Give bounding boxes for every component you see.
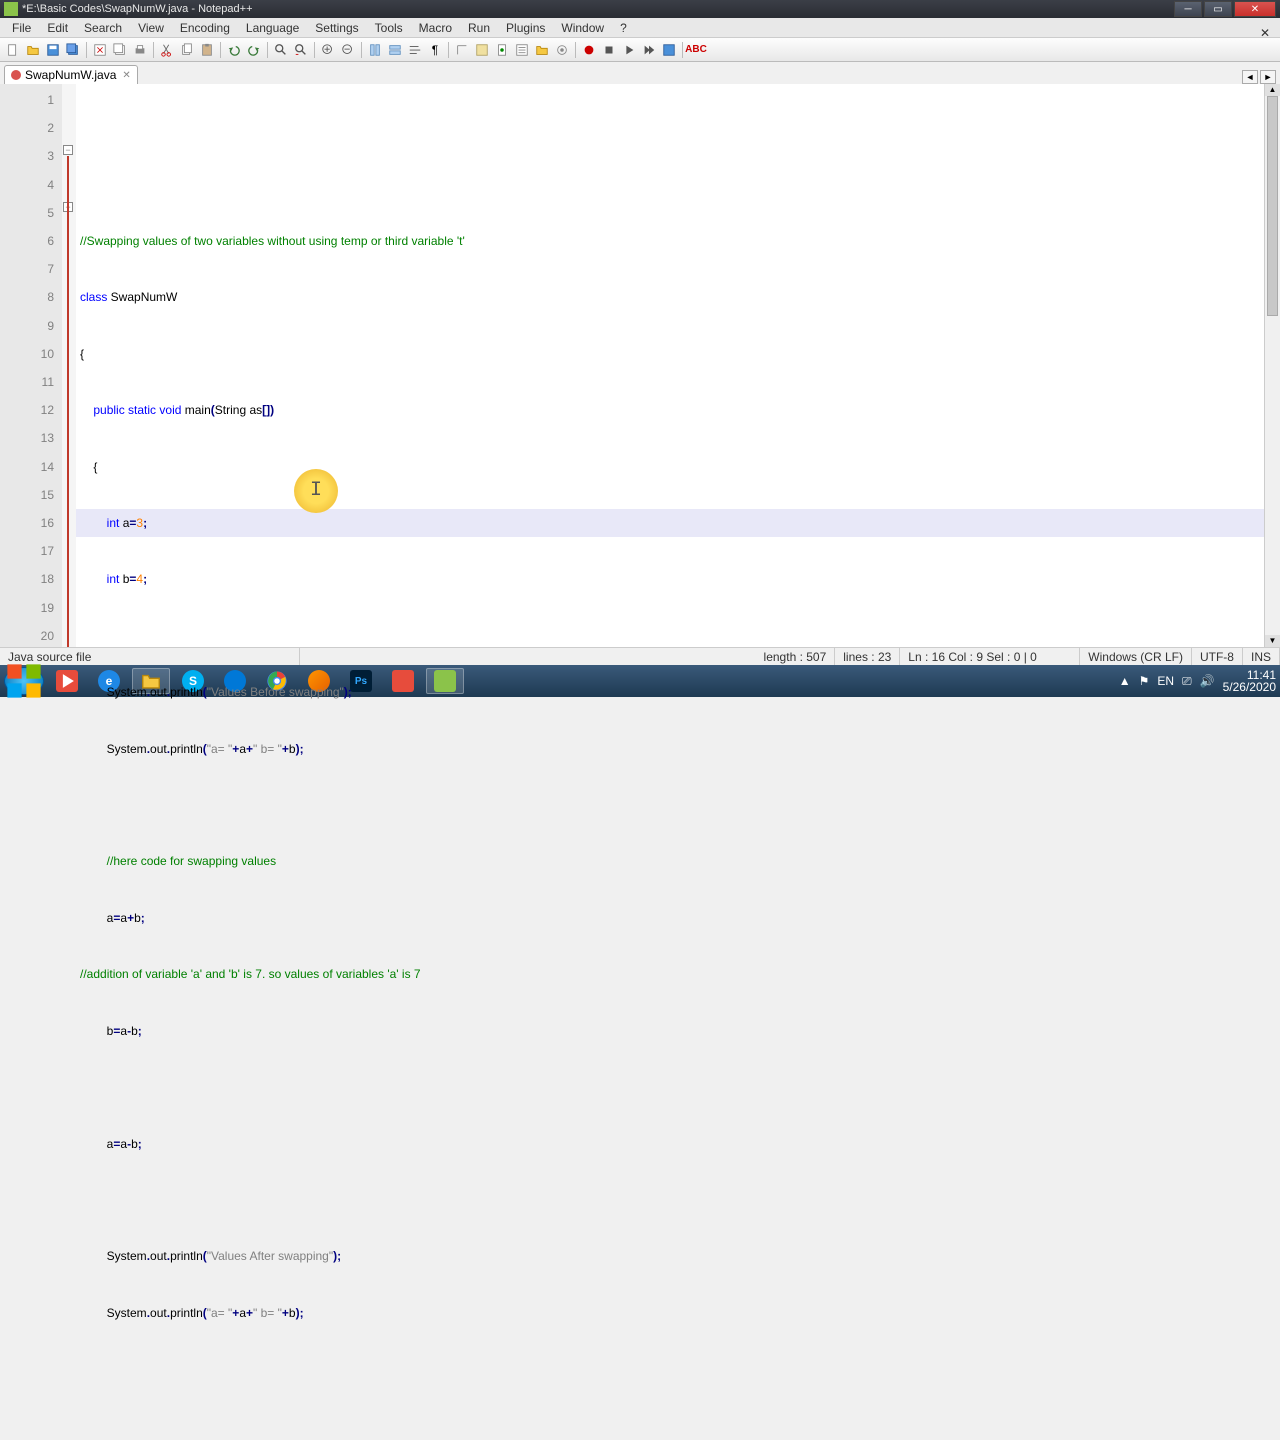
copy-icon[interactable] bbox=[178, 41, 196, 59]
func-list-icon[interactable] bbox=[513, 41, 531, 59]
fold-toggle-icon[interactable]: − bbox=[63, 145, 73, 155]
new-file-icon[interactable] bbox=[4, 41, 22, 59]
maximize-button[interactable]: ▭ bbox=[1204, 1, 1232, 17]
udl-icon[interactable] bbox=[473, 41, 491, 59]
save-icon[interactable] bbox=[44, 41, 62, 59]
menu-file[interactable]: File bbox=[4, 19, 39, 37]
fold-column: − − bbox=[62, 84, 76, 647]
zoom-out-icon[interactable] bbox=[339, 41, 357, 59]
menu-view[interactable]: View bbox=[130, 19, 172, 37]
menubar: File Edit Search View Encoding Language … bbox=[0, 18, 1280, 38]
folder-workspace-icon[interactable] bbox=[533, 41, 551, 59]
monitoring-icon[interactable] bbox=[553, 41, 571, 59]
line-number-gutter: 1234567891011121314151617181920 bbox=[0, 84, 62, 647]
modified-indicator-icon bbox=[11, 70, 21, 80]
redo-icon[interactable] bbox=[245, 41, 263, 59]
sync-v-icon[interactable] bbox=[366, 41, 384, 59]
editor-close-x[interactable]: ✕ bbox=[1252, 24, 1278, 42]
menu-window[interactable]: Window bbox=[553, 19, 612, 37]
app-icon bbox=[4, 2, 18, 16]
menu-search[interactable]: Search bbox=[76, 19, 130, 37]
menu-settings[interactable]: Settings bbox=[307, 19, 366, 37]
close-all-icon[interactable] bbox=[111, 41, 129, 59]
print-icon[interactable] bbox=[131, 41, 149, 59]
menu-help[interactable]: ? bbox=[612, 19, 635, 37]
wrap-icon[interactable] bbox=[406, 41, 424, 59]
replace-icon[interactable] bbox=[292, 41, 310, 59]
indent-guide-icon[interactable] bbox=[453, 41, 471, 59]
menu-language[interactable]: Language bbox=[238, 19, 307, 37]
vertical-scrollbar[interactable]: ▲ ▼ bbox=[1264, 84, 1280, 647]
minimize-button[interactable]: ─ bbox=[1174, 1, 1202, 17]
menu-encoding[interactable]: Encoding bbox=[172, 19, 238, 37]
cut-icon[interactable] bbox=[158, 41, 176, 59]
menu-edit[interactable]: Edit bbox=[39, 19, 76, 37]
titlebar: *E:\Basic Codes\SwapNumW.java - Notepad+… bbox=[0, 0, 1280, 18]
tab-close-icon[interactable]: ✕ bbox=[122, 70, 130, 81]
menu-macro[interactable]: Macro bbox=[411, 19, 460, 37]
window-title: *E:\Basic Codes\SwapNumW.java - Notepad+… bbox=[22, 3, 1172, 15]
play-multi-icon[interactable] bbox=[640, 41, 658, 59]
scrollbar-thumb[interactable] bbox=[1267, 96, 1278, 316]
close-button[interactable]: ✕ bbox=[1234, 1, 1276, 17]
doc-map-icon[interactable] bbox=[493, 41, 511, 59]
start-button[interactable] bbox=[4, 667, 44, 695]
scroll-up-icon[interactable]: ▲ bbox=[1265, 84, 1280, 96]
spell-check-icon[interactable]: ABC bbox=[687, 41, 705, 59]
play-icon[interactable] bbox=[620, 41, 638, 59]
scroll-down-icon[interactable]: ▼ bbox=[1265, 635, 1280, 647]
editor[interactable]: 1234567891011121314151617181920 − − I //… bbox=[0, 84, 1280, 647]
open-icon[interactable] bbox=[24, 41, 42, 59]
tabbar: SwapNumW.java ✕ ◄ ► bbox=[0, 62, 1280, 84]
save-macro-icon[interactable] bbox=[660, 41, 678, 59]
record-icon[interactable] bbox=[580, 41, 598, 59]
code-area[interactable]: I //Swapping values of two variables wit… bbox=[76, 84, 1264, 647]
tab-next-icon[interactable]: ► bbox=[1260, 70, 1276, 84]
close-file-icon[interactable] bbox=[91, 41, 109, 59]
undo-icon[interactable] bbox=[225, 41, 243, 59]
find-icon[interactable] bbox=[272, 41, 290, 59]
stop-icon[interactable] bbox=[600, 41, 618, 59]
tab-prev-icon[interactable]: ◄ bbox=[1242, 70, 1258, 84]
save-all-icon[interactable] bbox=[64, 41, 82, 59]
tab-label: SwapNumW.java bbox=[25, 68, 116, 82]
menu-tools[interactable]: Tools bbox=[367, 19, 411, 37]
menu-plugins[interactable]: Plugins bbox=[498, 19, 553, 37]
paste-icon[interactable] bbox=[198, 41, 216, 59]
cursor-highlight: I bbox=[294, 469, 338, 513]
toolbar: ¶ ABC bbox=[0, 38, 1280, 62]
menu-run[interactable]: Run bbox=[460, 19, 498, 37]
all-chars-icon[interactable]: ¶ bbox=[426, 41, 444, 59]
tab-swapnumw[interactable]: SwapNumW.java ✕ bbox=[4, 65, 138, 84]
zoom-in-icon[interactable] bbox=[319, 41, 337, 59]
sync-h-icon[interactable] bbox=[386, 41, 404, 59]
